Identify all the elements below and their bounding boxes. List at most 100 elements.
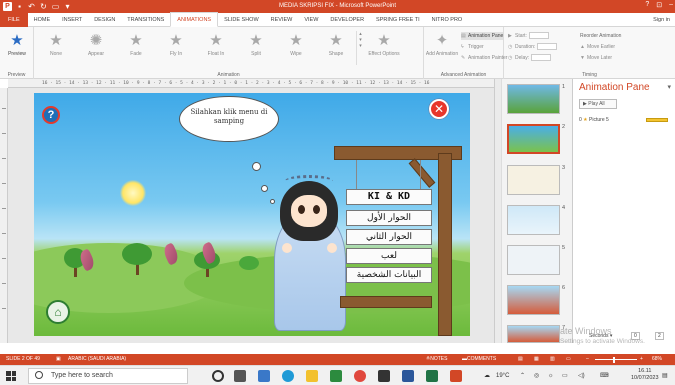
pane-options-icon[interactable]: ▾ <box>667 83 671 91</box>
effect-fly-in[interactable]: ★ Fly In <box>158 31 194 65</box>
taskbar-clock[interactable]: 16.11 10/07/2023 <box>631 368 659 382</box>
notes-button[interactable]: ≙ NOTES <box>426 354 447 365</box>
customize-qat-icon[interactable]: ▾ <box>63 2 72 11</box>
effect-float-in[interactable]: ★ Float In <box>198 31 234 65</box>
sign-in-link[interactable]: Sign in <box>653 13 670 27</box>
tray-chevron-icon[interactable]: ⌃ <box>520 366 525 385</box>
help-icon[interactable]: ? <box>42 106 60 124</box>
animation-list-item[interactable]: 0 ★ Picture 5 <box>579 116 671 124</box>
slide-thumbnail[interactable] <box>507 325 560 343</box>
windows-start-icon[interactable] <box>6 371 16 381</box>
network-icon[interactable]: ☼ <box>548 366 554 385</box>
duration-spinner[interactable] <box>537 43 558 51</box>
menu-dialog-1-button[interactable]: الحوار الأول <box>346 210 432 226</box>
start-slideshow-icon[interactable]: ▭ <box>51 2 60 11</box>
home-icon[interactable]: ⌂ <box>46 300 70 324</box>
slide-thumbnail-selected[interactable] <box>507 124 560 154</box>
tray-app-icon[interactable]: ◎ <box>534 366 539 385</box>
zoom-slider[interactable] <box>595 359 637 360</box>
file-explorer-icon[interactable] <box>306 370 318 382</box>
tab-slide-show[interactable]: SLIDE SHOW <box>218 13 265 27</box>
excel-icon[interactable] <box>426 370 438 382</box>
close-icon[interactable]: ✕ <box>429 99 449 119</box>
app-icon[interactable] <box>330 370 342 382</box>
slideshow-view-icon[interactable]: ▭ <box>566 354 571 365</box>
more-icon[interactable]: ▾ <box>359 43 362 49</box>
duration-field[interactable]: ◷ Duration: <box>508 43 558 51</box>
chrome-icon[interactable] <box>354 370 366 382</box>
zoom-level[interactable]: 68% <box>652 354 662 365</box>
keyboard-icon[interactable]: ⌨ <box>600 366 609 385</box>
effect-options-button[interactable]: ★ Effect Options <box>366 31 402 65</box>
effect-shape[interactable]: ★ Shape <box>318 31 354 65</box>
slide-thumbnail[interactable] <box>507 245 560 275</box>
redo-icon[interactable]: ↻ <box>39 2 48 11</box>
taskbar-search-input[interactable]: Type here to search <box>28 368 188 384</box>
notification-icon[interactable]: ▤ <box>662 366 668 385</box>
powerpoint-icon[interactable] <box>450 370 462 382</box>
effect-appear[interactable]: ✺ Appear <box>78 31 114 65</box>
tab-home[interactable]: HOME <box>28 13 57 27</box>
preview-button[interactable]: ★ Preview <box>0 31 34 65</box>
delay-field[interactable]: ◷ Delay: <box>508 54 552 62</box>
trigger-button[interactable]: ϟ Trigger <box>461 43 484 51</box>
menu-ki-kd-button[interactable]: KI & KD <box>346 189 432 205</box>
tab-developer[interactable]: DEVELOPER <box>324 13 370 27</box>
delay-spinner[interactable] <box>531 54 552 62</box>
normal-view-icon[interactable]: ▤ <box>518 354 523 365</box>
slide-thumbnail[interactable] <box>507 285 560 315</box>
tab-spring-free[interactable]: SPRING FREE TI <box>370 13 426 27</box>
battery-icon[interactable]: ▭ <box>562 366 568 385</box>
cortana-icon[interactable] <box>212 370 224 382</box>
tab-insert[interactable]: INSERT <box>56 13 88 27</box>
animation-painter-button[interactable]: ✎ Animation Painter <box>461 54 507 62</box>
timeline-zoom-in[interactable]: 2 <box>655 332 664 340</box>
tab-view[interactable]: VIEW <box>298 13 324 27</box>
tab-design[interactable]: DESIGN <box>88 13 121 27</box>
menu-dialog-2-button[interactable]: الحوار الثاني <box>346 229 432 245</box>
comments-button[interactable]: ▬ COMMENTS <box>462 354 496 365</box>
volume-icon[interactable]: ◁) <box>578 366 585 385</box>
task-view-icon[interactable] <box>234 370 246 382</box>
weather-temperature[interactable]: 19°C <box>496 366 509 385</box>
add-animation-button[interactable]: ✦ Add Animation <box>424 31 460 65</box>
menu-profile-button[interactable]: البيانات الشخصية <box>346 267 432 283</box>
move-later-button[interactable]: ▼ Move Later <box>580 54 612 62</box>
effect-fade[interactable]: ★ Fade <box>118 31 154 65</box>
save-icon[interactable]: ▪ <box>15 2 24 11</box>
spellcheck-icon[interactable]: ▣ <box>56 354 61 365</box>
move-earlier-button[interactable]: ▲ Move Earlier <box>580 43 615 51</box>
tab-transitions[interactable]: TRANSITIONS <box>121 13 170 27</box>
mail-icon[interactable] <box>258 370 270 382</box>
slide-sorter-icon[interactable]: ▦ <box>534 354 539 365</box>
effect-none[interactable]: ★ None <box>38 31 74 65</box>
gallery-scroll[interactable]: ▴ ▾ ▾ <box>356 31 364 65</box>
minimize-button[interactable]: – <box>669 1 673 9</box>
play-all-button[interactable]: ▶ Play All <box>579 99 617 109</box>
slide-editing-area[interactable]: Silahkan klik menu di samping ? ✕ ⌂ KI &… <box>8 88 494 343</box>
tab-file[interactable]: FILE <box>0 12 28 27</box>
zoom-slider-handle[interactable] <box>613 357 615 363</box>
thumbnail-scrollbar[interactable] <box>495 79 502 343</box>
zoom-out-icon[interactable]: – <box>586 354 589 365</box>
slide-thumbnail[interactable] <box>507 84 560 114</box>
language-indicator[interactable]: ARABIC (SAUDI ARABIA) <box>68 354 126 365</box>
help-button[interactable]: ? <box>645 1 649 9</box>
animation-pane-button[interactable]: ▤ Animation Pane <box>461 32 504 40</box>
slide-thumbnail[interactable] <box>507 165 560 195</box>
menu-game-button[interactable]: لعب <box>346 248 432 264</box>
start-dropdown[interactable] <box>528 32 549 40</box>
slide-thumbnail[interactable] <box>507 205 560 235</box>
undo-icon[interactable]: ↶ <box>27 2 36 11</box>
weather-icon[interactable]: ☁ <box>484 366 490 385</box>
tab-review[interactable]: REVIEW <box>265 13 299 27</box>
edge-icon[interactable] <box>282 370 294 382</box>
effect-split[interactable]: ★ Split <box>238 31 274 65</box>
app-icon[interactable] <box>378 370 390 382</box>
word-icon[interactable] <box>402 370 414 382</box>
effect-wipe[interactable]: ★ Wipe <box>278 31 314 65</box>
reading-view-icon[interactable]: ▥ <box>550 354 555 365</box>
tab-nitro-pro[interactable]: NITRO PRO <box>426 13 469 27</box>
ribbon-display-button[interactable]: ⊡ <box>656 1 662 9</box>
tab-animations[interactable]: ANIMATIONS <box>170 12 219 27</box>
